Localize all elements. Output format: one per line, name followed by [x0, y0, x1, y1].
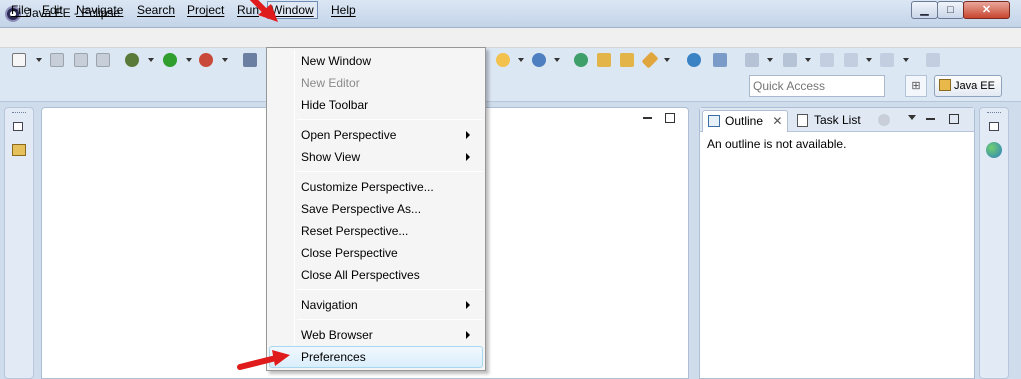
arrow-to-window-menu-icon	[249, 0, 278, 22]
annotation-overlay	[237, 0, 290, 370]
arrow-to-preferences-icon	[237, 350, 290, 370]
